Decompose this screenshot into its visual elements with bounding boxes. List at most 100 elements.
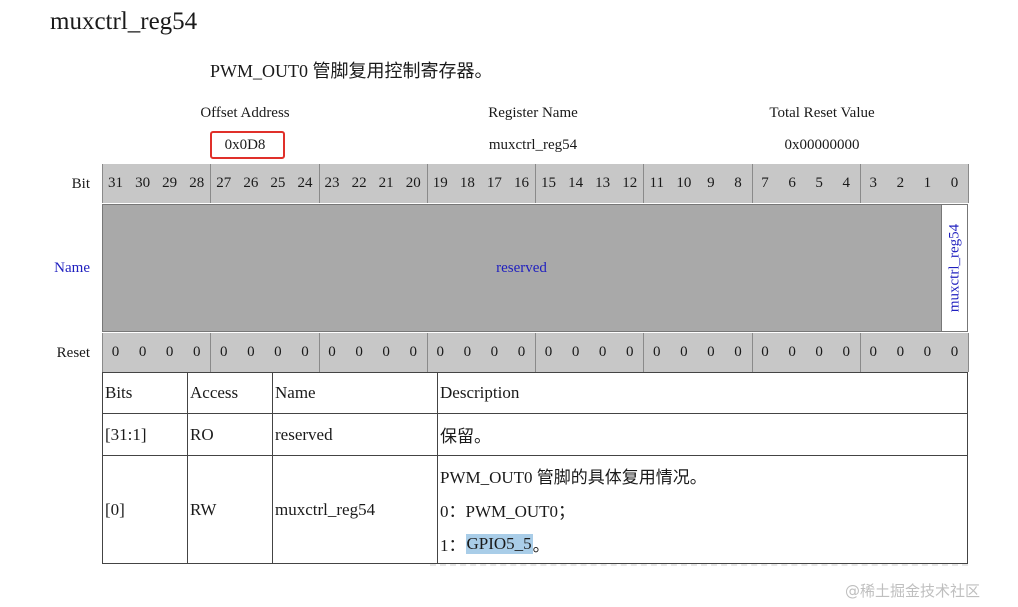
nibble-divider (643, 333, 645, 372)
bit-number: 1 (923, 175, 932, 191)
field-muxctrl-reg54: muxctrl_reg54 (941, 204, 968, 332)
nibble-divider (751, 333, 753, 372)
bit-number: 29 (162, 175, 178, 191)
reset-bit-value: 0 (815, 344, 823, 360)
row-bits: [0] (102, 455, 188, 564)
row-name: muxctrl_reg54 (272, 455, 438, 564)
reset-bit-value: 0 (247, 344, 255, 360)
bit-number: 3 (869, 175, 878, 191)
reset-bit-value: 0 (490, 344, 499, 360)
offset-address-label: Offset Address (200, 105, 290, 121)
header-bits: Bits (102, 372, 188, 414)
bit-number: 24 (297, 175, 313, 191)
nibble-divider (102, 333, 103, 372)
header-description: Description (437, 372, 968, 414)
reset-bit-value: 0 (409, 344, 417, 360)
bit-number: 31 (108, 175, 124, 191)
bit-number: 19 (432, 175, 448, 191)
bit-number: 5 (815, 175, 823, 191)
reset-bit-value: 0 (138, 344, 147, 360)
reset-row-label: Reset (56, 345, 90, 361)
register-title: muxctrl_reg54 (50, 8, 198, 35)
reset-bit-value: 0 (436, 344, 445, 360)
nibble-divider (318, 164, 320, 203)
header-access: Access (187, 372, 273, 414)
bit-row-label: Bit (71, 176, 90, 192)
nibble-divider (535, 164, 536, 203)
row-description: 保留。 (437, 413, 968, 456)
nibble-divider (318, 333, 320, 372)
bit-number: 7 (761, 175, 769, 191)
bit-number: 17 (486, 175, 502, 191)
reset-bit-value: 0 (328, 344, 336, 360)
reset-bit-value: 0 (734, 344, 742, 360)
bit-number: 8 (734, 175, 742, 191)
reset-bit-value: 0 (653, 344, 661, 360)
bit-number: 14 (568, 175, 584, 191)
reset-bit-value: 0 (463, 344, 472, 360)
reset-bit-value: 0 (111, 344, 120, 360)
field-description-table: Bits Access Name Description [31:1] RO r… (102, 372, 968, 564)
bit-number: 15 (541, 175, 557, 191)
reset-bit-value: 0 (301, 344, 309, 360)
field-reserved: reserved (496, 259, 547, 276)
description-line: 0：PWM_OUT0； (440, 502, 576, 521)
nibble-divider (426, 164, 428, 203)
reset-bit-value: 0 (923, 344, 932, 360)
bit-number: 9 (707, 175, 715, 191)
bit-number: 10 (676, 175, 692, 191)
reset-bit-value: 0 (950, 344, 959, 360)
nibble-divider (210, 164, 212, 203)
bit-number: 2 (896, 175, 905, 191)
nibble-divider (859, 164, 861, 203)
header-name: Name (272, 372, 438, 414)
option-prefix: 1： (440, 536, 466, 555)
bit-number: 28 (189, 175, 205, 191)
bit-number: 25 (270, 175, 286, 191)
nibble-divider (751, 164, 753, 203)
table-row: [31:1] RO reserved 保留。 (102, 413, 968, 456)
bit-number: 12 (622, 175, 638, 191)
bit-number: 4 (842, 175, 850, 191)
bit-number: 11 (649, 175, 664, 191)
description-line: 1： GPIO5_5。 (440, 527, 965, 561)
total-reset-value: 0x00000000 (784, 137, 860, 153)
register-name-label: Register Name (488, 105, 578, 121)
row-description: PWM_OUT0 管脚的具体复用情况。 0：PWM_OUT0； 1： GPIO5_… (437, 455, 968, 564)
bit-number: 21 (378, 175, 394, 191)
reset-bit-value: 0 (842, 344, 850, 360)
bit-number: 0 (950, 175, 959, 191)
reset-bit-value: 0 (896, 344, 905, 360)
total-reset-label: Total Reset Value (769, 105, 875, 121)
description-line: PWM_OUT0 管脚的具体复用情况。 (440, 468, 707, 487)
nibble-divider (859, 333, 861, 372)
nibble-divider (102, 164, 103, 203)
row-bits: [31:1] (102, 413, 188, 456)
row-access: RW (187, 455, 273, 564)
bit-number: 23 (324, 175, 340, 191)
register-name-value: muxctrl_reg54 (488, 137, 578, 153)
reset-bit-value: 0 (788, 344, 796, 360)
register-description: PWM_OUT0 管脚复用控制寄存器。 (210, 61, 493, 81)
nibble-divider (968, 164, 969, 203)
name-row-label: Name (54, 260, 90, 276)
bit-number: 13 (595, 175, 611, 191)
reset-bit-value: 0 (382, 344, 390, 360)
bit-number: 18 (459, 175, 475, 191)
reset-bit-value: 0 (274, 344, 282, 360)
bit-number: 16 (513, 175, 529, 191)
bit-number: 6 (788, 175, 796, 191)
nibble-divider (968, 333, 969, 372)
reset-bit-value: 0 (517, 344, 526, 360)
reset-bit-value: 0 (192, 344, 201, 360)
bit-number: 27 (216, 175, 232, 191)
reset-bit-value: 0 (355, 344, 363, 360)
selected-text-gpio[interactable]: GPIO5_5 (465, 533, 533, 554)
bit-number: 30 (135, 175, 151, 191)
nibble-divider (643, 164, 645, 203)
reset-bit-value: 0 (625, 344, 634, 360)
reset-bit-value: 0 (544, 344, 553, 360)
reset-bit-value: 0 (707, 344, 715, 360)
option-suffix: 。 (532, 536, 550, 555)
nibble-divider (426, 333, 428, 372)
